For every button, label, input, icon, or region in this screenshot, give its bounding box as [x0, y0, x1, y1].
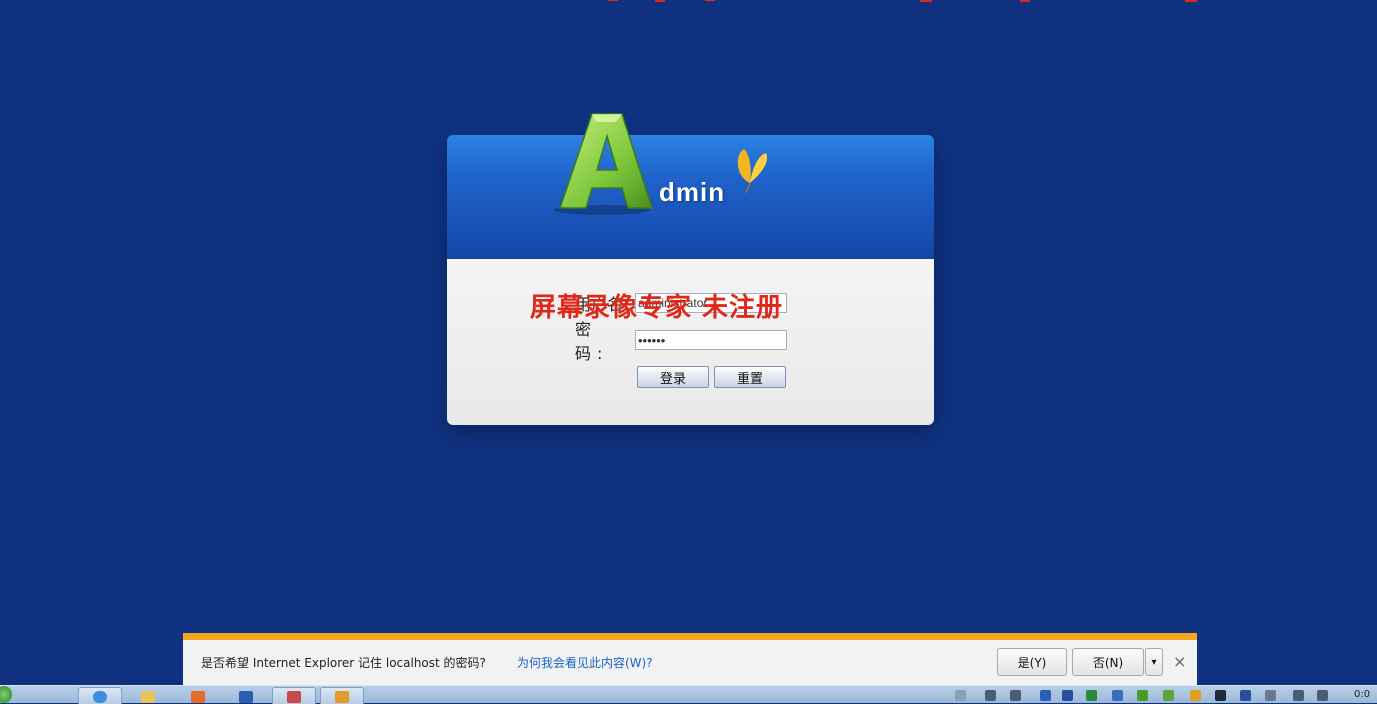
reset-button[interactable]: 重置: [714, 366, 786, 388]
tray-monitor-icon[interactable]: [1215, 690, 1226, 701]
login-header: dmin: [447, 113, 934, 259]
tray-volume-icon[interactable]: [1317, 690, 1328, 701]
no-button-dropdown-icon[interactable]: ▾: [1145, 648, 1163, 676]
taskbar-media[interactable]: [174, 687, 218, 704]
no-button[interactable]: 否(N): [1072, 648, 1144, 676]
ie-icon: [93, 691, 107, 703]
app-icon: [239, 691, 253, 703]
taskbar-recorder[interactable]: [272, 687, 316, 704]
tray-sync-icon[interactable]: [1040, 690, 1051, 701]
taskbar-explorer[interactable]: [126, 687, 170, 704]
folder-icon: [141, 691, 155, 703]
taskbar-tool[interactable]: [320, 687, 364, 704]
ie-password-notification: 是否希望 Internet Explorer 记住 localhost 的密码?…: [183, 633, 1197, 685]
yes-button[interactable]: 是(Y): [997, 648, 1067, 676]
login-body: 用户名: administrator 密 码: •••••• 登录 重置: [447, 259, 934, 425]
tool-icon: [335, 691, 349, 703]
tray-clock[interactable]: 0:0: [1354, 689, 1370, 700]
notification-help-link[interactable]: 为何我会看见此内容(W)?: [517, 654, 653, 671]
media-player-icon: [191, 691, 205, 703]
tray-status-icon[interactable]: [1086, 690, 1097, 701]
password-row: 密 码: ••••••: [575, 320, 787, 363]
tray-keyboard-icon[interactable]: [955, 690, 966, 701]
recorder-watermark: 屏幕录像专家 未注册: [530, 293, 784, 323]
start-button[interactable]: [0, 686, 12, 703]
tray-network-icon[interactable]: [1112, 690, 1123, 701]
tray-green-icon[interactable]: [1163, 690, 1174, 701]
login-button[interactable]: 登录: [637, 366, 709, 388]
tray-pen-icon[interactable]: [985, 690, 996, 701]
taskbar-ie[interactable]: [78, 687, 122, 704]
tray-bluetooth-icon[interactable]: [1062, 690, 1073, 701]
top-watermark-fragment: [580, 0, 1220, 6]
tray-security-icon[interactable]: [1137, 690, 1148, 701]
tray-qq-icon[interactable]: [1190, 690, 1201, 701]
recorder-icon: [287, 691, 301, 703]
tray-bluetooth2-icon[interactable]: [1240, 690, 1251, 701]
login-panel: dmin 用户名: administrator 密 码: •••••• 登录 重…: [447, 113, 934, 425]
taskbar: 0:0: [0, 685, 1377, 704]
admin-logo-a-icon: [554, 113, 654, 215]
notification-message: 是否希望 Internet Explorer 记住 localhost 的密码?: [201, 656, 486, 670]
taskbar-app[interactable]: [222, 687, 266, 704]
tray-device-icon[interactable]: [1265, 690, 1276, 701]
top-watermark-strokes: [608, 0, 1197, 2]
admin-logo-text: dmin: [659, 177, 726, 207]
password-input[interactable]: ••••••: [635, 330, 787, 350]
close-icon[interactable]: ×: [1173, 652, 1186, 671]
tray-help-icon[interactable]: [1010, 690, 1021, 701]
butterfly-icon: [737, 149, 768, 194]
tray-signal-icon[interactable]: [1293, 690, 1304, 701]
